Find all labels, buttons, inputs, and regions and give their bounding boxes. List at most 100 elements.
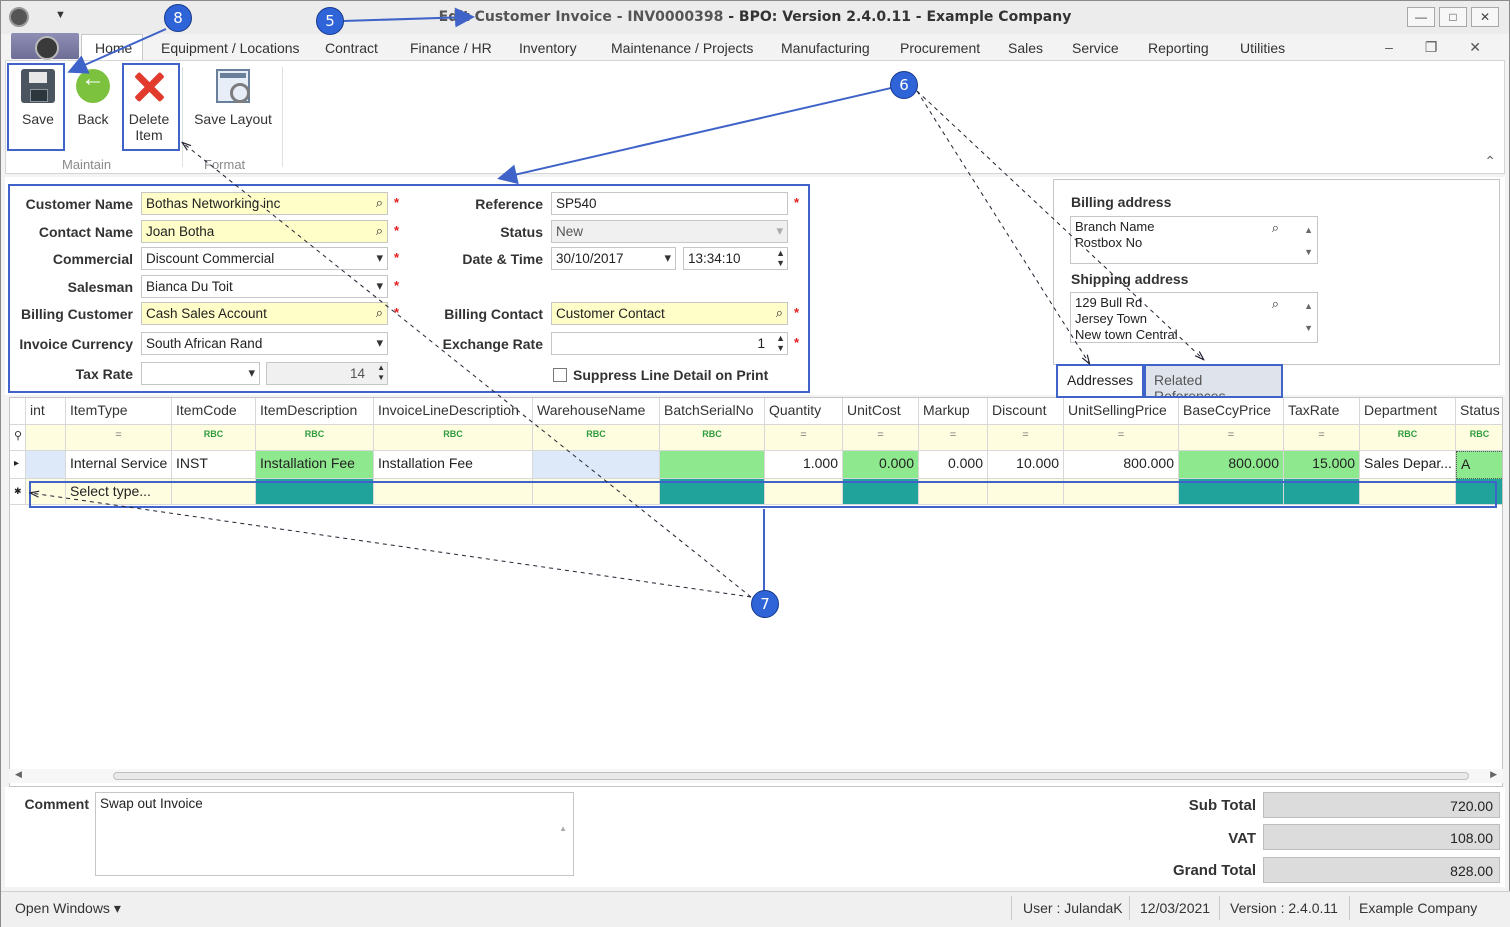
grid-cell[interactable]: 800.000 [1179,451,1284,479]
column-header[interactable]: ItemType [66,398,172,425]
filter-cell[interactable]: RBC [1456,425,1502,451]
filter-cell[interactable]: = [66,425,172,451]
close-button[interactable]: ✕ [1471,7,1499,27]
callout-7: 7 [751,590,779,618]
maximize-button[interactable]: □ [1439,7,1467,27]
tab-finance-hr[interactable]: Finance / HR [410,40,492,56]
column-header[interactable]: BatchSerialNo [660,398,765,425]
tab-utilities[interactable]: Utilities [1240,40,1285,56]
column-header[interactable]: UnitCost [843,398,919,425]
grid-cell[interactable]: A [1456,451,1502,479]
window-title: Edit Customer Invoice - INV0000398 - BPO… [1,9,1509,25]
grid-cell[interactable]: Sales Depar... [1360,451,1456,479]
table-row[interactable]: ▸ Internal Service INST Installation Fee… [10,451,1502,479]
filter-cell[interactable]: RBC [256,425,374,451]
minimize-button[interactable]: — [1407,7,1435,27]
application-menu-button[interactable] [11,33,79,60]
subtotal-label: Sub Total [1188,797,1256,814]
column-header[interactable]: TaxRate [1284,398,1360,425]
filter-cell[interactable]: RBC [660,425,765,451]
grid-cell[interactable]: INST [172,451,256,479]
callout-6: 6 [890,71,918,99]
grid-cell[interactable] [660,451,765,479]
filter-cell[interactable]: = [988,425,1064,451]
column-header[interactable]: UnitSellingPrice [1064,398,1179,425]
shipping-address-line: New town Central [1075,327,1178,342]
save-layout-icon [216,69,250,103]
search-icon[interactable]: ⌕ [1272,220,1279,236]
tab-service[interactable]: Service [1072,40,1119,56]
filter-cell[interactable]: RBC [1360,425,1456,451]
comment-label: Comment [24,796,89,812]
column-header[interactable]: ItemCode [172,398,256,425]
back-button[interactable]: Back [68,69,118,127]
title-bar: ▼ Edit Customer Invoice - INV0000398 - B… [1,1,1509,34]
billing-address-title: Billing address [1071,194,1172,210]
shipping-address-box[interactable]: 129 Bull Rd Jersey Town New town Central… [1070,292,1318,343]
new-row-icon: ✱ [10,479,26,505]
status-company: Example Company [1359,900,1478,916]
grid-cell[interactable]: 1.000 [765,451,843,479]
status-user: User : JulandaK [1023,900,1123,916]
scroll-arrows-icon[interactable]: ▲ ▼ [1304,295,1313,339]
filter-cell[interactable]: RBC [172,425,256,451]
comment-textarea[interactable]: Swap out Invoice ▲▼ [95,792,574,876]
grid-cell[interactable]: 0.000 [919,451,988,479]
grid-cell[interactable] [26,451,66,479]
grid-cell[interactable]: 0.000 [843,451,919,479]
column-header[interactable]: BaseCcyPrice [1179,398,1284,425]
open-windows-menu[interactable]: Open Windows ▾ [15,900,121,917]
scroll-right-icon[interactable]: ▶ [1490,769,1497,780]
tab-procurement[interactable]: Procurement [900,40,980,56]
scroll-arrows-icon: ▲▼ [559,824,567,833]
column-header[interactable]: Discount [988,398,1064,425]
filter-cell[interactable]: RBC [533,425,660,451]
tab-maintenance-projects[interactable]: Maintenance / Projects [611,40,753,56]
billing-address-box[interactable]: Branch Name Postbox No ⌕ ▲ ▼ [1070,216,1318,264]
filter-cell[interactable]: = [1284,425,1360,451]
grid-cell[interactable]: 800.000 [1064,451,1179,479]
tab-reporting[interactable]: Reporting [1148,40,1209,56]
grid-cell[interactable]: 10.000 [988,451,1064,479]
column-header[interactable]: InvoiceLineDescription [374,398,533,425]
tab-inventory[interactable]: Inventory [519,40,577,56]
column-header[interactable]: Markup [919,398,988,425]
column-header[interactable]: ItemDescription [256,398,374,425]
highlight-header-form [8,184,810,393]
vat-value: 108.00 [1263,824,1500,850]
horizontal-scrollbar[interactable]: ◀ ▶ [9,769,1503,783]
highlight-related-tab [1144,364,1283,398]
filter-cell[interactable]: RBC [374,425,533,451]
ribbon-divider [282,67,283,167]
highlight-addresses-tab [1056,364,1144,398]
filter-cell[interactable]: = [1179,425,1284,451]
scrollbar-thumb[interactable] [113,772,1469,780]
filter-cell[interactable]: = [919,425,988,451]
grid-cell[interactable]: Installation Fee [374,451,533,479]
filter-cell[interactable] [26,425,66,451]
tab-contract[interactable]: Contract [325,40,378,56]
column-header[interactable]: int [26,398,66,425]
mdi-window-controls[interactable]: – ❐ ✕ [1385,39,1495,56]
column-header[interactable]: WarehouseName [533,398,660,425]
column-header[interactable]: Status [1456,398,1502,425]
scroll-left-icon[interactable]: ◀ [15,769,22,780]
grid-cell[interactable]: Internal Service [66,451,172,479]
search-icon[interactable]: ⌕ [1272,296,1279,312]
filter-cell[interactable]: = [1064,425,1179,451]
tab-sales[interactable]: Sales [1008,40,1043,56]
column-header[interactable]: Quantity [765,398,843,425]
collapse-ribbon-icon[interactable]: ⌃ [1484,153,1496,170]
scroll-arrows-icon[interactable]: ▲ ▼ [1304,219,1313,263]
filter-cell[interactable]: = [843,425,919,451]
column-header[interactable]: Department [1360,398,1456,425]
tab-manufacturing[interactable]: Manufacturing [781,40,870,56]
grid-cell[interactable] [533,451,660,479]
status-divider [1011,896,1012,920]
grid-cell[interactable]: 15.000 [1284,451,1360,479]
filter-cell[interactable]: = [765,425,843,451]
tab-home[interactable]: Home [95,40,132,56]
grid-cell[interactable]: Installation Fee [256,451,374,479]
tab-equipment-locations[interactable]: Equipment / Locations [161,40,300,56]
save-layout-button[interactable]: Save Layout [190,69,276,127]
